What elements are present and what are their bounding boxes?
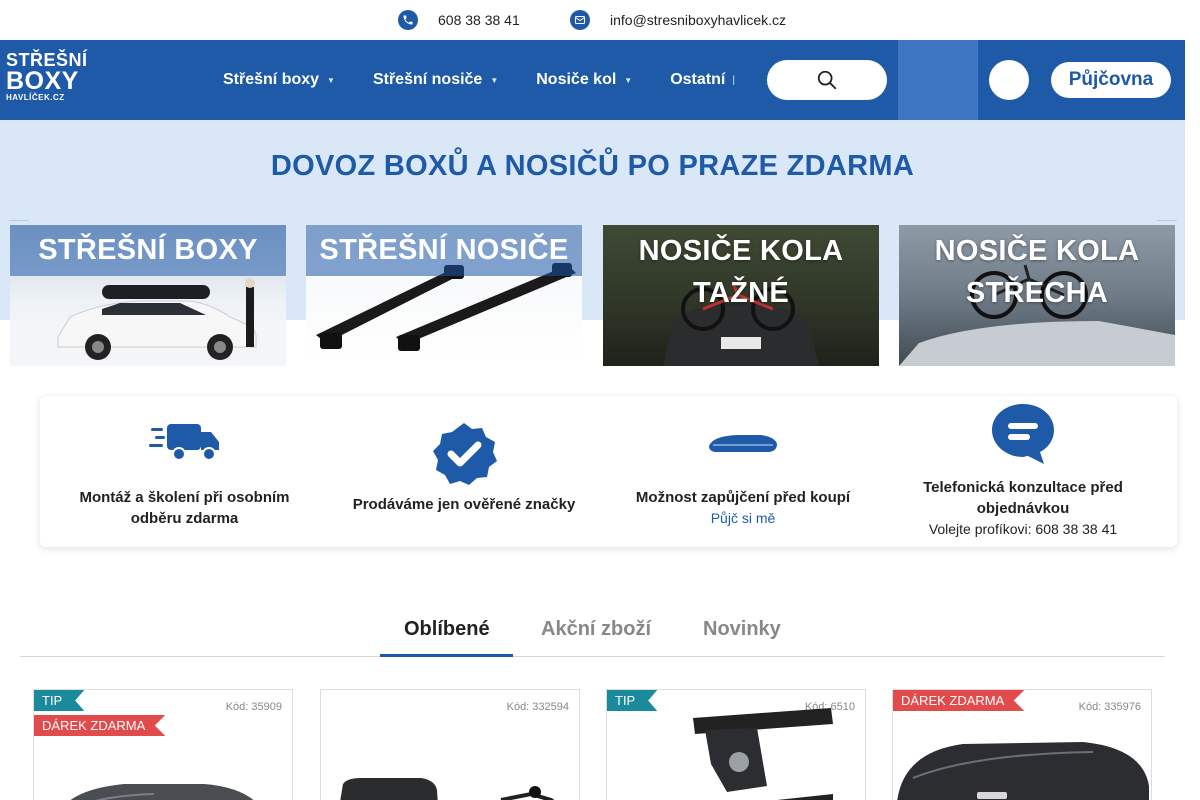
email-address[interactable]: info@stresniboxyhavlicek.cz [610,12,786,28]
tab-akcni-zbozi[interactable]: Akční zboží [541,618,651,641]
benefit-zapujceni: Možnost zapůjčení před koupí Půjč si mě [627,396,859,547]
category-title: NOSIČE KOLA STŘECHA [934,235,1140,309]
product-code: Kód: 35909 [225,701,282,713]
benefit-overene-znacky: Prodáváme jen ověřené značky [347,396,581,547]
category-slider: STŘEŠNÍ BOXY STŘEŠNÍ NOSIČE NOSIČE KOLA … [10,225,1176,366]
tabs-divider [20,656,1165,657]
roof-box-icon [709,435,777,452]
site-logo[interactable]: STŘEŠNÍ BOXY HAVLÍČEK.CZ [6,51,88,109]
category-title: STŘEŠNÍ BOXY [10,225,286,276]
product-code: Kód: 332594 [506,701,569,713]
roof-box-product-image [70,784,254,800]
roof-box-product-image [897,742,1149,800]
nav-item-label: Ostatní [670,71,726,88]
borrow-me-link[interactable]: Půjč si mě [627,510,859,526]
cart-button[interactable] [989,60,1029,100]
benefit-text: Telefonická konzultace před objednávkou [923,479,1123,517]
benefits-panel: Montáž a školení při osobním odběru zdar… [40,396,1177,547]
chevron-down-icon: ▼ [327,75,335,85]
benefit-phone-sub[interactable]: Volejte profíkovi: 608 38 38 41 [906,521,1140,537]
tip-badge: TIP [34,690,85,711]
main-nav: Střešní boxy ▼ Střešní nosiče ▼ Nosiče k… [223,40,777,120]
chevron-down-icon: ▏ [733,75,740,85]
category-title: STŘEŠNÍ NOSIČE [306,225,582,276]
mail-icon [570,10,590,30]
delivery-truck-icon [148,424,219,461]
nav-item-stresni-boxy[interactable]: Střešní boxy ▼ [223,71,335,89]
product-card[interactable]: DÁREK ZDARMA Kód: 335976 [892,689,1152,800]
category-card-stresni-boxy[interactable]: STŘEŠNÍ BOXY [10,225,286,366]
main-header: STŘEŠNÍ BOXY HAVLÍČEK.CZ Střešní boxy ▼ … [0,40,1185,120]
chevron-down-icon: ▼ [624,75,633,85]
chat-bubble-icon [992,404,1054,464]
benefit-text: Prodáváme jen ověřené značky [352,496,576,513]
nav-item-stresni-nosice[interactable]: Střešní nosiče ▼ [373,71,498,89]
nav-item-label: Střešní boxy [223,71,320,88]
category-card-stresni-nosice[interactable]: STŘEŠNÍ NOSIČE [306,225,582,366]
search-icon [817,70,837,90]
bike-carrier-product-image [340,778,555,800]
top-contact-bar: 608 38 38 41 info@stresniboxyhavlicek.cz [0,0,1200,40]
email-contact[interactable]: info@stresniboxyhavlicek.cz [570,10,786,30]
search-button[interactable] [767,60,887,100]
benefit-konzultace: Telefonická konzultace před objednávkou … [906,396,1140,547]
benefit-text: Možnost zapůjčení před koupí [635,489,851,506]
nav-item-ostatni[interactable]: Ostatní ▏ [670,71,739,89]
nav-item-nosice-kol[interactable]: Nosiče kol ▼ [536,71,632,89]
phone-number[interactable]: 608 38 38 41 [438,12,520,28]
product-card[interactable]: Kód: 332594 [320,689,580,800]
phone-contact[interactable]: 608 38 38 41 [398,10,520,30]
nav-item-label: Střešní nosiče [372,71,483,88]
rental-button[interactable]: Půjčovna [1051,62,1171,98]
page: 608 38 38 41 info@stresniboxyhavlicek.cz… [0,0,1200,800]
tab-novinky[interactable]: Novinky [703,618,781,641]
user-account-button[interactable] [898,40,978,120]
category-card-nosice-kola-strecha[interactable]: NOSIČE KOLA STŘECHA [899,225,1175,366]
benefit-text: Montáž a školení při osobním odběru zdar… [79,489,290,527]
logo-line-2: BOXY [6,67,79,95]
category-card-nosice-kola-tazne[interactable]: NOSIČE KOLA TAŽNÉ [603,225,879,366]
hero-title: DOVOZ BOXŮ A NOSIČŮ PO PRAZE ZDARMA [270,150,915,182]
chevron-down-icon: ▼ [490,75,499,85]
product-card[interactable]: TIP DÁREK ZDARMA Kód: 35909 [33,689,293,800]
product-code: Kód: 335976 [1078,701,1141,713]
active-tab-indicator [380,654,513,657]
product-card[interactable]: TIP Kód: 6510 [606,689,866,800]
category-title: NOSIČE KOLA TAŽNÉ [638,235,844,309]
phone-icon [398,10,418,30]
gift-badge: DÁREK ZDARMA [34,715,166,736]
roof-rack-foot-product-image [693,708,833,800]
verified-check-icon [433,423,497,485]
tab-oblibene[interactable]: Oblíbené [404,618,490,641]
nav-item-label: Nosiče kol [536,71,617,88]
gift-badge: DÁREK ZDARMA [893,690,1025,711]
benefit-montaz: Montáž a školení při osobním odběru zdar… [70,396,299,547]
